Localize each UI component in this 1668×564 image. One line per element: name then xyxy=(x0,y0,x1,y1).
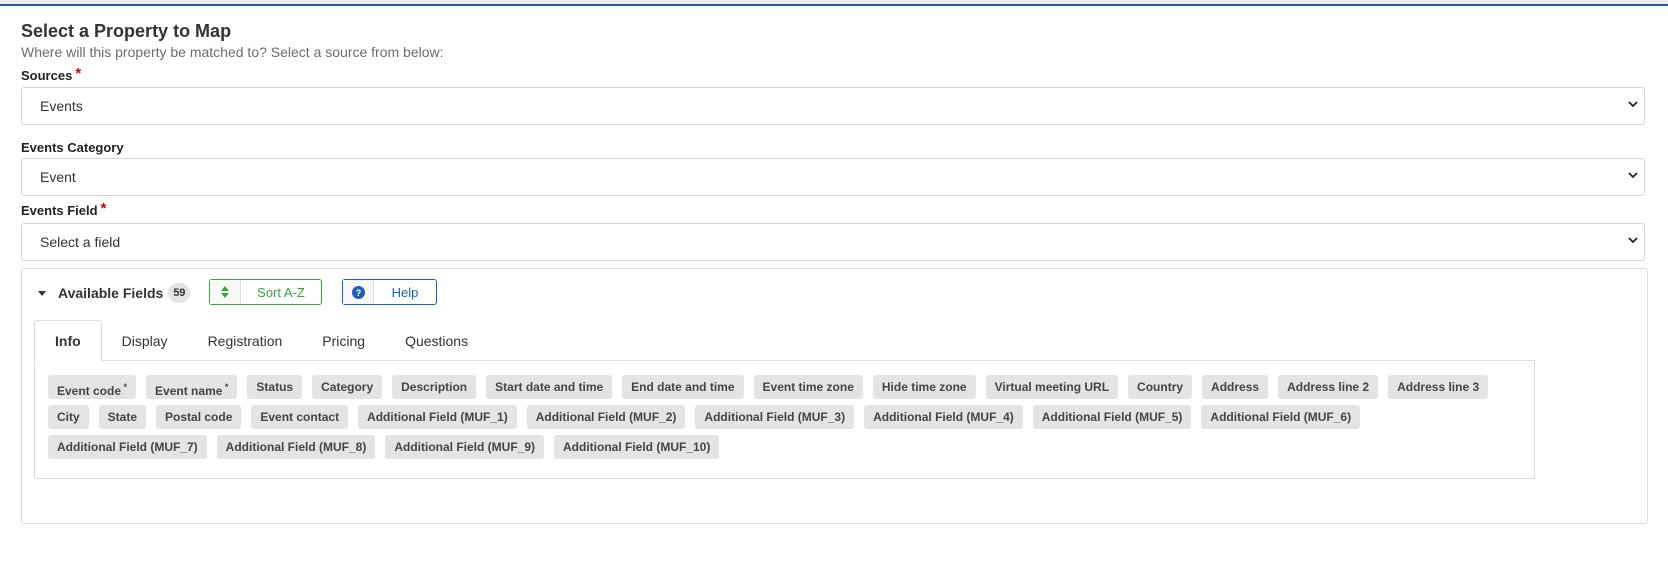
field-chip-label: City xyxy=(57,410,80,424)
help-button[interactable]: ? Help xyxy=(342,279,437,305)
required-asterisk: * xyxy=(75,65,82,82)
field-chip[interactable]: Additional Field (MUF_8) xyxy=(216,435,376,459)
top-accent-bar xyxy=(0,0,1668,6)
field-chip[interactable]: Additional Field (MUF_5) xyxy=(1032,405,1192,429)
tab-content-info: Event code * Event name * Status Category De… xyxy=(34,360,1535,479)
field-chip-label: Start date and time xyxy=(495,380,604,394)
svg-text:?: ? xyxy=(355,288,361,298)
field-chip[interactable]: Event contact xyxy=(251,405,349,429)
tab-pricing[interactable]: Pricing xyxy=(302,321,385,361)
help-label: Help xyxy=(391,284,419,300)
page-title: Select a Property to Map xyxy=(21,21,232,41)
field-chip[interactable]: Address line 2 xyxy=(1278,375,1379,399)
field-chip-label: Address line 3 xyxy=(1397,380,1480,394)
field-chip[interactable]: Event time zone xyxy=(753,375,863,399)
field-chip-label: Additional Field (MUF_4) xyxy=(873,410,1014,424)
field-chip-label: Event code xyxy=(57,384,122,398)
field-chip-label: End date and time xyxy=(631,380,735,394)
available-fields-panel: Available Fields 59 Sort A-Z ? Help Info… xyxy=(21,268,1648,524)
field-chip[interactable]: Additional Field (MUF_7) xyxy=(48,435,207,459)
field-chip[interactable]: Postal code xyxy=(156,405,242,429)
sources-select-value: Events xyxy=(40,98,83,114)
question-circle-icon: ? xyxy=(343,280,374,304)
required-asterisk: * xyxy=(222,382,229,392)
field-chip[interactable]: End date and time xyxy=(622,375,744,399)
field-chip-label: Additional Field (MUF_2) xyxy=(535,410,677,424)
field-chip[interactable]: Event code * xyxy=(48,375,137,399)
field-chip[interactable]: Country xyxy=(1128,375,1193,399)
category-label: Events Category xyxy=(21,140,124,155)
events-field-select[interactable]: Select a field xyxy=(21,223,1645,261)
field-chip[interactable]: Category xyxy=(312,375,383,399)
available-fields-toggle[interactable]: Available Fields 59 xyxy=(38,280,191,306)
field-chip-label: Event contact xyxy=(260,410,340,424)
tab-display[interactable]: Display xyxy=(102,321,188,361)
field-chip[interactable]: Additional Field (MUF_6) xyxy=(1201,405,1361,429)
tab-registration[interactable]: Registration xyxy=(188,321,303,361)
field-chip[interactable]: City xyxy=(48,405,89,429)
field-label-text: Events Field xyxy=(21,203,98,218)
field-chip-label: Virtual meeting URL xyxy=(994,380,1110,394)
field-chip-label: Status xyxy=(256,380,294,394)
field-chip-label: Hide time zone xyxy=(881,380,967,394)
field-chip[interactable]: Description xyxy=(392,375,477,399)
available-fields-title: Available Fields xyxy=(58,285,164,301)
field-chip-label: State xyxy=(107,410,138,424)
field-chip[interactable]: Event name * xyxy=(146,375,238,399)
tab-questions[interactable]: Questions xyxy=(385,321,488,361)
category-select-value: Event xyxy=(40,169,76,185)
tab-info[interactable]: Info xyxy=(34,320,102,361)
chevron-down-icon xyxy=(1628,237,1638,244)
field-tabs: Info Display Registration Pricing Questi… xyxy=(34,320,488,361)
caret-down-icon xyxy=(38,290,46,296)
field-chip-label: Event name xyxy=(155,384,223,398)
sort-az-button[interactable]: Sort A-Z xyxy=(209,279,322,305)
field-chip-label: Country xyxy=(1137,380,1184,394)
field-chip[interactable]: Address line 3 xyxy=(1388,375,1489,399)
field-chip-label: Event time zone xyxy=(762,380,854,394)
field-chip[interactable]: Additional Field (MUF_3) xyxy=(695,405,855,429)
available-fields-count: 59 xyxy=(168,283,191,303)
sources-label-text: Sources xyxy=(21,68,73,83)
field-chip[interactable]: Start date and time xyxy=(486,375,613,399)
required-asterisk: * xyxy=(121,382,128,392)
field-chip-label: Address line 2 xyxy=(1287,380,1370,394)
field-label: Events Field * xyxy=(21,200,107,218)
field-chip[interactable]: Additional Field (MUF_10) xyxy=(554,435,720,459)
field-chip-label: Additional Field (MUF_10) xyxy=(563,440,711,454)
category-label-text: Events Category xyxy=(21,140,124,155)
field-chip-label: Additional Field (MUF_7) xyxy=(57,440,198,454)
field-chip[interactable]: Status xyxy=(247,375,303,399)
field-chip-label: Additional Field (MUF_6) xyxy=(1210,410,1352,424)
chevron-down-icon xyxy=(1628,101,1638,108)
page-subtitle: Where will this property be matched to? … xyxy=(21,44,444,60)
field-chip[interactable]: Address xyxy=(1202,375,1269,399)
field-chip-label: Additional Field (MUF_5) xyxy=(1041,410,1183,424)
field-chip[interactable]: Additional Field (MUF_1) xyxy=(358,405,517,429)
field-chip-label: Postal code xyxy=(165,410,233,424)
field-chip-label: Description xyxy=(401,380,468,394)
field-chip-label: Additional Field (MUF_8) xyxy=(225,440,367,454)
sort-icon xyxy=(210,280,241,304)
events-category-select[interactable]: Event xyxy=(21,158,1645,196)
field-chip-label: Additional Field (MUF_3) xyxy=(704,410,846,424)
field-select-value: Select a field xyxy=(40,234,121,250)
sources-select[interactable]: Events xyxy=(21,87,1645,125)
field-chip-label: Category xyxy=(321,380,374,394)
sort-az-label: Sort A-Z xyxy=(257,284,305,300)
dialog-header: Select a Property to Map Where will this… xyxy=(21,14,1646,61)
required-asterisk: * xyxy=(100,200,107,217)
field-chip[interactable]: Virtual meeting URL xyxy=(985,375,1119,399)
field-chip[interactable]: Additional Field (MUF_4) xyxy=(864,405,1023,429)
field-chip-label: Additional Field (MUF_9) xyxy=(394,440,536,454)
field-chip[interactable]: State xyxy=(98,405,147,429)
chevron-down-icon xyxy=(1628,172,1638,179)
field-chip-label: Address xyxy=(1211,380,1260,394)
field-chip-label: Additional Field (MUF_1) xyxy=(367,410,508,424)
field-chip-list: Event code * Event name * Status Category De… xyxy=(48,375,1528,465)
sources-label: Sources * xyxy=(21,65,82,83)
field-chip[interactable]: Additional Field (MUF_2) xyxy=(526,405,686,429)
field-chip[interactable]: Additional Field (MUF_9) xyxy=(385,435,545,459)
field-chip[interactable]: Hide time zone xyxy=(872,375,976,399)
